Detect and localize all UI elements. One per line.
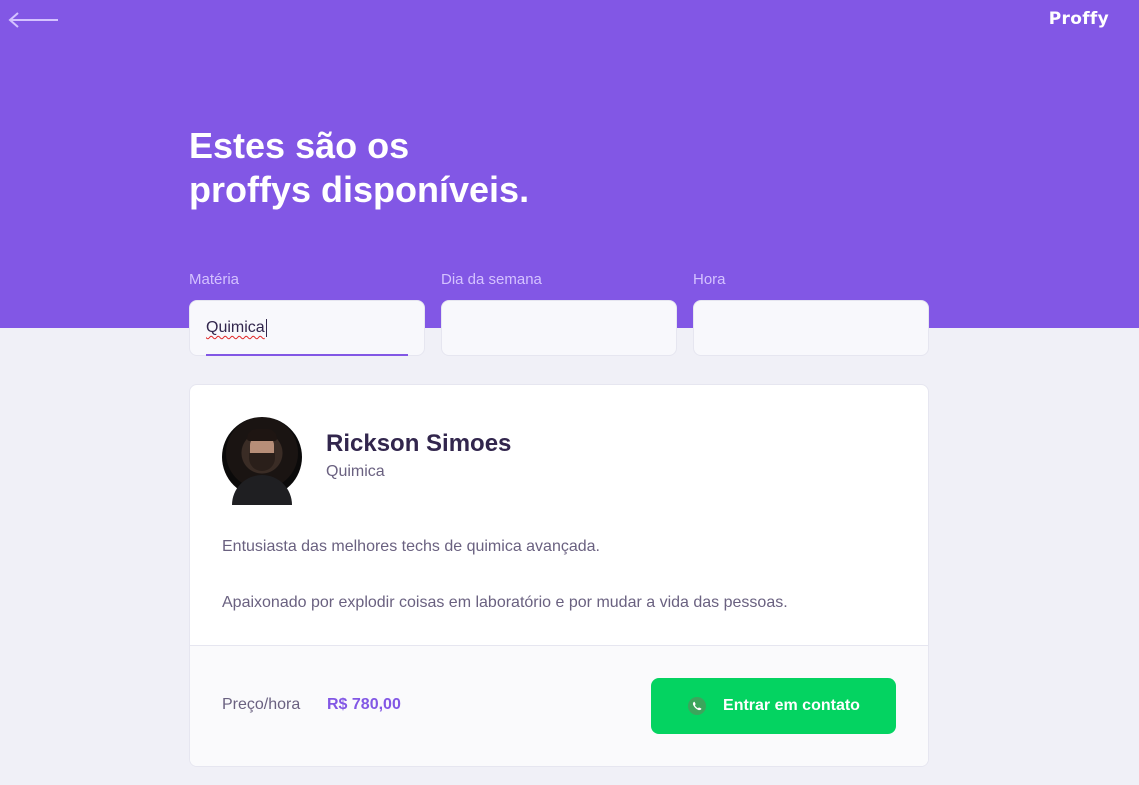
weekday-filter-label: Dia da semana	[441, 271, 542, 288]
whatsapp-icon	[688, 697, 707, 715]
time-input[interactable]	[693, 300, 929, 356]
contact-button[interactable]: Entrar em contato	[651, 678, 896, 734]
time-filter: Hora	[693, 270, 929, 356]
subject-input-value: Quimica	[206, 319, 265, 336]
teacher-bio: Entusiasta das melhores techs de quimica…	[222, 533, 902, 617]
teacher-name: Rickson Simoes	[326, 430, 512, 457]
subject-input[interactable]: Quimica	[189, 300, 425, 356]
focus-indicator	[206, 354, 408, 356]
price-label: Preço/hora	[222, 696, 301, 713]
weekday-select[interactable]	[441, 300, 677, 356]
bio-paragraph: Apaixonado por explodir coisas em labora…	[222, 594, 788, 611]
teacher-card-footer: Preço/hora R$ 780,00 Entrar em contato	[190, 645, 928, 766]
bio-paragraph: Entusiasta das melhores techs de quimica…	[222, 538, 600, 555]
weekday-filter: Dia da semana	[441, 270, 677, 356]
page-title-line-2: proffys disponíveis.	[189, 169, 530, 210]
subject-filter: Matéria Quimica	[189, 270, 425, 356]
teacher-card: Rickson Simoes Quimica Entusiasta das me…	[189, 384, 929, 767]
price-value: R$ 780,00	[327, 696, 401, 713]
avatar	[222, 417, 302, 505]
time-filter-label: Hora	[693, 271, 726, 288]
page-title: Estes são os proffys disponíveis.	[189, 124, 529, 212]
teacher-subject: Quimica	[326, 463, 385, 480]
arrow-left-icon	[8, 12, 58, 28]
text-caret	[265, 319, 267, 337]
subject-filter-label: Matéria	[189, 271, 240, 288]
back-button[interactable]	[8, 9, 60, 31]
logo: Proffy	[1048, 9, 1109, 29]
page-title-line-1: Estes são os	[189, 125, 410, 166]
contact-button-label: Entrar em contato	[723, 697, 860, 714]
